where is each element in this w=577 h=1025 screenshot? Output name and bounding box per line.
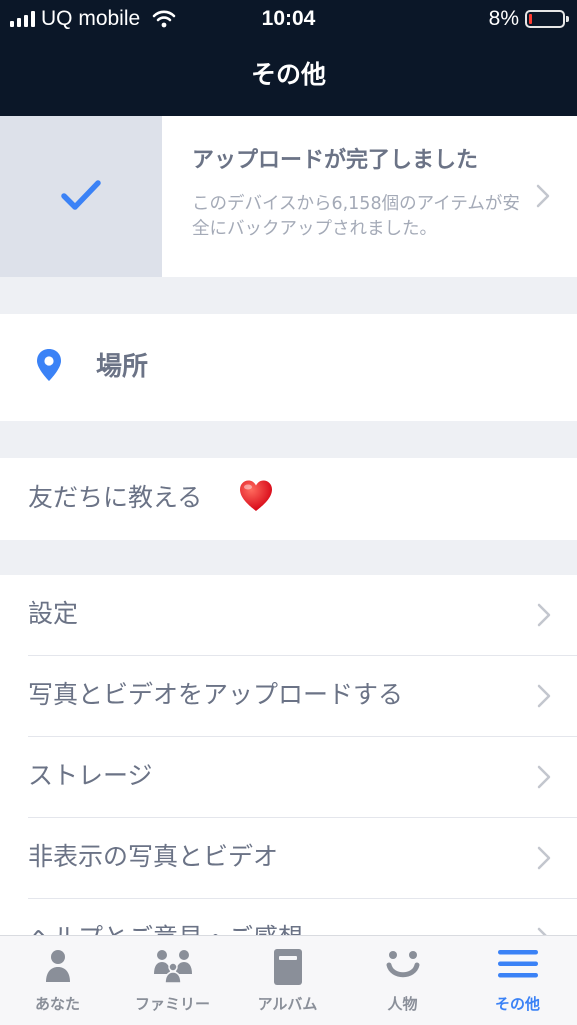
checkmark-icon bbox=[61, 180, 101, 210]
menu-item-help-feedback[interactable]: ヘルプとご意見・ご感想 bbox=[0, 899, 577, 935]
menu-item-storage[interactable]: ストレージ bbox=[0, 737, 577, 818]
settings-menu-list: 設定 写真とビデオをアップロードする ストレージ 非表示の写真とビデオ ヘルプと… bbox=[0, 575, 577, 935]
chevron-right-icon bbox=[537, 846, 551, 870]
tab-you[interactable]: あなた bbox=[0, 936, 115, 1025]
smile-icon bbox=[386, 951, 419, 978]
status-right: 8% bbox=[488, 7, 569, 31]
places-label: 場所 bbox=[96, 352, 149, 382]
menu-item-label: 設定 bbox=[28, 599, 79, 628]
chevron-right-icon bbox=[536, 184, 550, 208]
tab-family[interactable]: ファミリー bbox=[115, 936, 230, 1025]
tab-more[interactable]: その他 bbox=[460, 936, 575, 1025]
status-bar: UQ mobile 10:04 8% bbox=[0, 0, 577, 38]
heart-icon bbox=[240, 480, 272, 511]
location-pin-icon bbox=[37, 349, 61, 381]
menu-item-label: ヘルプとご意見・ご感想 bbox=[28, 920, 303, 935]
battery-percent: 8% bbox=[488, 7, 519, 30]
upload-status-subtitle: このデバイスから6,158個のアイテムが安全にバックアップされました。 bbox=[192, 194, 520, 239]
chevron-right-icon bbox=[537, 927, 547, 935]
menu-item-hidden-media[interactable]: 非表示の写真とビデオ bbox=[0, 818, 577, 899]
upload-thumbnail bbox=[0, 116, 162, 277]
menu-icon bbox=[497, 950, 538, 978]
tab-label: あなた bbox=[34, 995, 80, 1013]
family-icon bbox=[153, 950, 192, 984]
tab-people[interactable]: 人物 bbox=[345, 936, 460, 1025]
tab-label: ファミリー bbox=[134, 995, 210, 1013]
tell-friends-label: 友だちに教える bbox=[28, 483, 203, 512]
menu-item-settings[interactable]: 設定 bbox=[0, 575, 577, 656]
navigation-bar: その他 bbox=[0, 38, 577, 116]
places-row[interactable]: 場所 bbox=[0, 314, 577, 421]
menu-item-upload[interactable]: 写真とビデオをアップロードする bbox=[0, 656, 577, 737]
menu-item-label: 写真とビデオをアップロードする bbox=[28, 680, 404, 709]
tab-albums[interactable]: アルバム bbox=[230, 936, 345, 1025]
tab-label: アルバム bbox=[257, 995, 318, 1013]
menu-item-label: 非表示の写真とビデオ bbox=[28, 842, 279, 871]
battery-icon bbox=[525, 10, 569, 28]
chevron-right-icon bbox=[537, 765, 551, 789]
tab-bar: あなた ファミリー アルバム 人物 その他 bbox=[0, 935, 577, 1025]
tab-label: その他 bbox=[494, 995, 540, 1013]
tell-friends-row[interactable]: 友だちに教える bbox=[0, 458, 577, 540]
page-title: その他 bbox=[250, 60, 326, 89]
person-icon bbox=[45, 950, 70, 982]
menu-item-label: ストレージ bbox=[28, 761, 153, 790]
chevron-right-icon bbox=[537, 684, 551, 708]
album-icon bbox=[273, 949, 302, 985]
chevron-right-icon bbox=[537, 603, 551, 627]
upload-status-title: アップロードが完了しました bbox=[192, 148, 479, 173]
tab-label: 人物 bbox=[387, 995, 418, 1013]
